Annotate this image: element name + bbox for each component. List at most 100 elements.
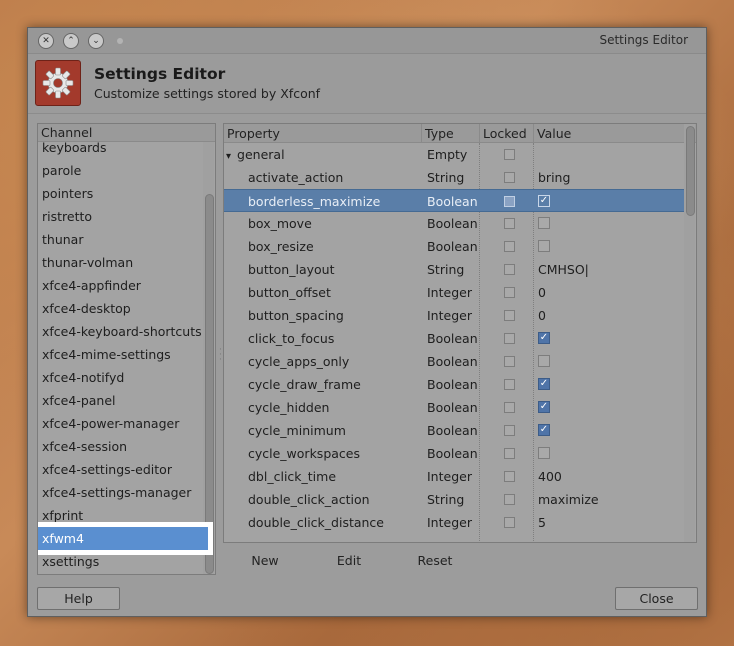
locked-checkbox[interactable]	[504, 333, 515, 344]
locked-checkbox[interactable]	[504, 218, 515, 229]
channel-item-xfce4-session[interactable]: xfce4-session	[38, 435, 204, 458]
channel-list-pane[interactable]: keyboards parole pointers ristretto thunar th…	[37, 123, 216, 575]
help-button[interactable]: Help	[37, 587, 120, 610]
window-close-icon[interactable]: ✕	[38, 33, 54, 49]
locked-checkbox[interactable]	[504, 196, 515, 207]
channel-item-thunar-volman[interactable]: thunar-volman	[38, 251, 204, 274]
channel-item-parole[interactable]: parole	[38, 159, 204, 182]
property-column-header[interactable]: Property	[224, 124, 422, 143]
property-row-double_click_action[interactable]: double_click_action String maximize	[224, 488, 684, 511]
value-checkbox[interactable]	[538, 240, 550, 252]
value-checkbox[interactable]: ✓	[538, 378, 550, 390]
channel-item-xfce4-keyboard-shortcuts[interactable]: xfce4-keyboard-shortcuts	[38, 320, 204, 343]
locked-checkbox[interactable]	[504, 379, 515, 390]
property-row-cycle_hidden[interactable]: cycle_hidden Boolean ✓	[224, 396, 684, 419]
property-row-activate_action[interactable]: activate_action String bring	[224, 166, 684, 189]
property-value[interactable]: 400	[538, 465, 562, 488]
value-checkbox[interactable]: ✓	[538, 195, 550, 207]
channel-column-header[interactable]: Channel	[38, 124, 215, 142]
property-row-double_click_distance[interactable]: double_click_distance Integer 5	[224, 511, 684, 534]
value-checkbox[interactable]	[538, 447, 550, 459]
value-column-header[interactable]: Value	[534, 124, 684, 143]
property-type: String	[427, 492, 465, 507]
locked-checkbox[interactable]	[504, 471, 515, 482]
property-row-box_move[interactable]: box_move Boolean	[224, 212, 684, 235]
channel-item-xsettings[interactable]: xsettings	[38, 550, 204, 573]
property-value[interactable]: 0	[538, 304, 546, 327]
property-row-button_offset[interactable]: button_offset Integer 0	[224, 281, 684, 304]
property-header-row: Property Type Locked Value	[224, 124, 696, 143]
property-name: box_move	[248, 216, 312, 231]
reset-button[interactable]: Reset	[408, 550, 462, 572]
property-row-box_resize[interactable]: box_resize Boolean	[224, 235, 684, 258]
property-scrollbar[interactable]	[684, 124, 695, 542]
property-row-borderless_maximize[interactable]: borderless_maximize Boolean ✓	[224, 189, 684, 212]
close-button[interactable]: Close	[615, 587, 698, 610]
property-row-cycle_apps_only[interactable]: cycle_apps_only Boolean	[224, 350, 684, 373]
value-checkbox[interactable]: ✓	[538, 424, 550, 436]
locked-checkbox[interactable]	[504, 310, 515, 321]
channel-item-ristretto[interactable]: ristretto	[38, 205, 204, 228]
property-value[interactable]: 5	[538, 511, 546, 534]
property-value[interactable]: 0	[538, 281, 546, 304]
type-column-header[interactable]: Type	[422, 124, 480, 143]
value-checkbox[interactable]: ✓	[538, 401, 550, 413]
locked-checkbox[interactable]	[504, 287, 515, 298]
channel-item-xfce4-settings-editor[interactable]: xfce4-settings-editor	[38, 458, 204, 481]
pane-splitter[interactable]: · · ·	[219, 346, 222, 365]
property-row-cycle_draw_frame[interactable]: cycle_draw_frame Boolean ✓	[224, 373, 684, 396]
property-scrollbar-thumb[interactable]	[686, 126, 695, 216]
property-row-cycle_minimum[interactable]: cycle_minimum Boolean ✓	[224, 419, 684, 442]
channel-item-pointers[interactable]: pointers	[38, 182, 204, 205]
property-tree-pane[interactable]: Property Type Locked Value ▾ general Empty…	[223, 123, 697, 543]
window-minimize-icon[interactable]: ⌃	[63, 33, 79, 49]
channel-item-xfce4-notifyd[interactable]: xfce4-notifyd	[38, 366, 204, 389]
property-name: box_resize	[248, 239, 314, 254]
locked-checkbox[interactable]	[504, 448, 515, 459]
property-row-general[interactable]: ▾ general Empty	[224, 143, 684, 166]
locked-checkbox[interactable]	[504, 494, 515, 505]
property-name: cycle_draw_frame	[248, 377, 361, 392]
locked-checkbox[interactable]	[504, 264, 515, 275]
property-type: Integer	[427, 515, 472, 530]
property-value[interactable]: CMHSO|	[538, 258, 589, 281]
property-row-button_layout[interactable]: button_layout String CMHSO|	[224, 258, 684, 281]
property-row-cycle_workspaces[interactable]: cycle_workspaces Boolean	[224, 442, 684, 465]
property-row-dbl_click_time[interactable]: dbl_click_time Integer 400	[224, 465, 684, 488]
channel-item-xfce4-appfinder[interactable]: xfce4-appfinder	[38, 274, 204, 297]
locked-checkbox[interactable]	[504, 241, 515, 252]
title-bar[interactable]: ✕ ⌃ ⌄ Settings Editor	[28, 28, 706, 54]
locked-checkbox[interactable]	[504, 425, 515, 436]
new-button[interactable]: New	[240, 550, 290, 572]
property-rows[interactable]: ▾ general Empty activate_action String bring b…	[224, 143, 684, 534]
expander-icon[interactable]: ▾	[226, 151, 231, 162]
locked-checkbox[interactable]	[504, 402, 515, 413]
property-row-button_spacing[interactable]: button_spacing Integer 0	[224, 304, 684, 327]
property-name: cycle_minimum	[248, 423, 346, 438]
channel-item-thunar[interactable]: thunar	[38, 228, 204, 251]
locked-checkbox[interactable]	[504, 356, 515, 367]
property-row-click_to_focus[interactable]: click_to_focus Boolean ✓	[224, 327, 684, 350]
channel-item-xfce4-panel[interactable]: xfce4-panel	[38, 389, 204, 412]
channel-item-xfce4-desktop[interactable]: xfce4-desktop	[38, 297, 204, 320]
channel-item-xfce4-power-manager[interactable]: xfce4-power-manager	[38, 412, 204, 435]
edit-button[interactable]: Edit	[324, 550, 374, 572]
locked-checkbox[interactable]	[504, 172, 515, 183]
channel-item-xfwm4[interactable]: xfwm4	[38, 522, 213, 555]
channel-item-xfprint[interactable]: xfprint	[38, 504, 204, 527]
value-checkbox[interactable]: ✓	[538, 332, 550, 344]
property-value[interactable]: bring	[538, 166, 570, 189]
locked-checkbox[interactable]	[504, 149, 515, 160]
window-maximize-icon[interactable]: ⌄	[88, 33, 104, 49]
value-checkbox[interactable]	[538, 355, 550, 367]
locked-column-header[interactable]: Locked	[480, 124, 534, 143]
channel-item-xfce4-settings-manager[interactable]: xfce4-settings-manager	[38, 481, 204, 504]
window-menu-dot[interactable]	[117, 38, 123, 44]
value-checkbox[interactable]	[538, 217, 550, 229]
channel-scrollbar-thumb[interactable]	[205, 194, 214, 574]
channel-item-xfce4-mime-settings[interactable]: xfce4-mime-settings	[38, 343, 204, 366]
channel-scrollbar[interactable]	[203, 124, 214, 574]
channel-list[interactable]: keyboards parole pointers ristretto thunar th…	[38, 136, 213, 573]
property-value[interactable]: maximize	[538, 488, 599, 511]
locked-checkbox[interactable]	[504, 517, 515, 528]
